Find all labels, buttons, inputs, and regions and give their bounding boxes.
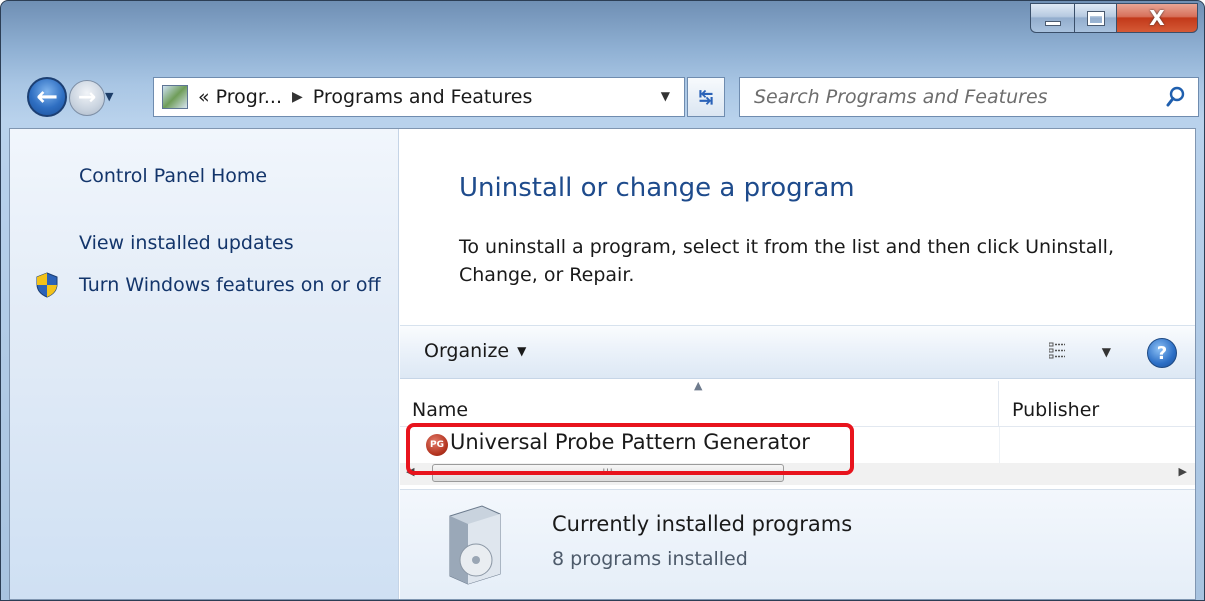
program-app-icon: PG [426,434,448,456]
refresh-icon: ↹ [698,86,714,108]
breadcrumb-separator[interactable]: ▶ [292,89,303,105]
sidebar: Control Panel Home View installed update… [10,129,399,599]
program-app-icon-label: PG [430,440,444,450]
page-title: Uninstall or change a program [459,173,855,203]
table-row[interactable]: PG Universal Probe Pattern Generator [400,427,1195,463]
view-list-icon[interactable] [1049,342,1065,360]
chevron-down-icon: ▼ [517,344,527,358]
scroll-thumb[interactable]: III [432,464,784,482]
back-button[interactable]: ← [27,77,67,117]
forward-button[interactable]: → [69,80,105,116]
control-panel-icon [162,85,188,109]
breadcrumb-current[interactable]: Programs and Features [313,86,533,108]
column-header-publisher-label: Publisher [1012,399,1100,421]
search-box[interactable] [739,77,1199,117]
breadcrumb-prefix[interactable]: « [198,86,210,108]
search-icon[interactable] [1166,86,1186,108]
program-name[interactable]: Universal Probe Pattern Generator [450,430,810,454]
shield-icon [36,272,58,298]
details-pane: Currently installed programs 8 programs … [400,489,1195,599]
sidebar-item-view-installed-updates[interactable]: View installed updates [79,230,294,256]
close-icon: X [1149,6,1165,30]
column-header-name[interactable]: ▲ Name [400,379,999,427]
address-bar[interactable]: « Progr... ▶ Programs and Features ▼ [153,77,685,117]
sidebar-item-turn-windows-features[interactable]: Turn Windows features on or off [79,272,389,298]
refresh-button[interactable]: ↹ [687,77,725,117]
caption-buttons: X [1030,3,1198,33]
view-options-dropdown[interactable]: ▼ [1102,345,1111,359]
minimize-icon [1044,20,1061,26]
help-button[interactable]: ? [1147,338,1177,368]
command-bar: Organize ▼ ▼ ? [400,325,1195,379]
column-header-name-label: Name [412,399,469,421]
column-header-publisher[interactable]: Publisher [1000,381,1195,427]
scroll-right-icon[interactable]: ▶ [1179,465,1187,478]
close-button[interactable]: X [1116,3,1198,33]
forward-arrow-icon: → [77,85,97,110]
breadcrumb-parent[interactable]: Progr... [216,86,282,108]
back-arrow-icon: ← [36,82,58,112]
recent-pages-dropdown[interactable]: ▼ [105,90,113,103]
scroll-thumb-grip: III [602,468,614,478]
scroll-left-icon[interactable]: ◀ [406,465,414,478]
organize-button[interactable]: Organize ▼ [424,340,526,362]
maximize-button[interactable] [1074,3,1116,33]
organize-label: Organize [424,340,510,362]
maximize-icon [1086,10,1105,26]
horizontal-scrollbar[interactable]: ◀ III ▶ [400,463,1195,485]
help-icon: ? [1156,342,1168,364]
content-area: Control Panel Home View installed update… [9,128,1196,600]
details-title: Currently installed programs [552,512,853,536]
column-divider [999,427,1000,463]
search-input[interactable] [754,86,1134,108]
programs-and-features-window: X ← → ▼ « Progr... ▶ Programs and Featur… [0,0,1205,601]
sidebar-item-control-panel-home[interactable]: Control Panel Home [79,163,267,189]
sort-ascending-icon: ▲ [694,379,703,392]
address-row: ← → ▼ « Progr... ▶ Programs and Features… [1,74,1204,122]
software-box-icon [449,505,501,585]
minimize-button[interactable] [1030,3,1074,33]
list-header: ▲ Name Publisher [400,379,1195,427]
page-description: To uninstall a program, select it from t… [459,236,1114,286]
address-dropdown-icon[interactable]: ▼ [661,89,670,103]
details-subtitle: 8 programs installed [552,548,748,570]
